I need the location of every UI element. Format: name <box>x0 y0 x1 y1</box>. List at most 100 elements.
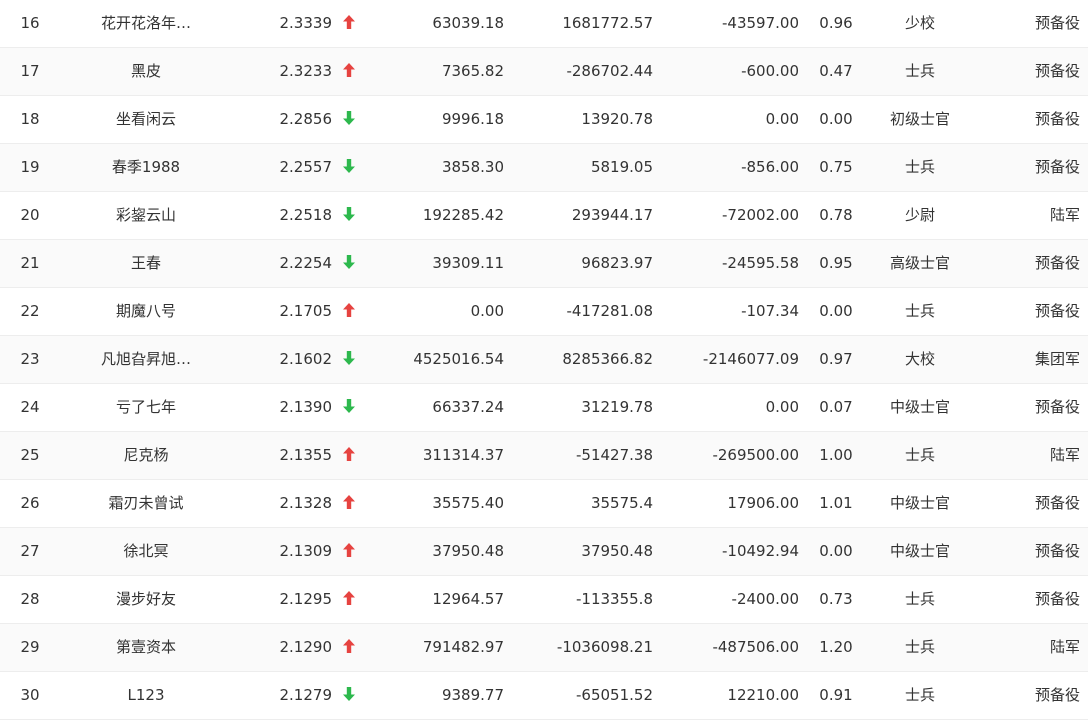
arrow-down-icon <box>343 254 355 269</box>
username-link[interactable]: 坐看闲云 <box>76 96 216 143</box>
value-1-cell: 3858.30 <box>441 158 504 176</box>
military-rank-cell: 中级士官 <box>889 542 950 560</box>
ratio-cell: 0.73 <box>819 590 853 608</box>
ratio-cell: 0.97 <box>819 350 853 368</box>
military-rank-cell: 少尉 <box>904 206 935 224</box>
rank-cell: 23 <box>20 350 40 368</box>
table-row[interactable]: 17 黑皮 2.3233 7365.82 -286702.44 -600.00 … <box>0 48 1088 96</box>
value-3-cell: -2146077.09 <box>702 350 799 368</box>
military-rank-cell: 士兵 <box>904 446 935 464</box>
value-3-cell: -107.34 <box>741 302 799 320</box>
value-3-cell: -487506.00 <box>712 638 799 656</box>
ratio-cell: 0.07 <box>819 398 853 416</box>
value-2-cell: 31219.78 <box>581 398 653 416</box>
value-2-cell: 1681772.57 <box>562 14 653 32</box>
table-row[interactable]: 19 春季1988 2.2557 3858.30 5819.05 -856.00… <box>0 144 1088 192</box>
table-row[interactable]: 18 坐看闲云 2.2856 9996.18 13920.78 0.00 0.0… <box>0 96 1088 144</box>
username-link[interactable]: 霜刃未曾试 <box>76 480 216 527</box>
username-link[interactable]: 凡旭旮昇旭… <box>76 336 216 383</box>
score-cell: 2.2557 <box>279 158 333 176</box>
value-3-cell: 12210.00 <box>727 686 799 704</box>
score-cell: 2.1295 <box>279 590 333 608</box>
arrow-up-icon <box>343 494 355 509</box>
username-link[interactable]: 漫步好友 <box>76 576 216 623</box>
value-2-cell: -1036098.21 <box>556 638 653 656</box>
arrow-up-icon <box>343 542 355 557</box>
arrow-down-icon <box>343 350 355 365</box>
ratio-cell: 0.00 <box>819 542 853 560</box>
arrow-up-icon <box>343 62 355 77</box>
trend-cell <box>338 480 360 527</box>
value-3-cell: 17906.00 <box>727 494 799 512</box>
username-link[interactable]: 徐北冥 <box>76 528 216 575</box>
arrow-down-icon <box>343 158 355 173</box>
rank-cell: 22 <box>20 302 40 320</box>
value-3-cell: -2400.00 <box>731 590 799 608</box>
username-link[interactable]: 尼克杨 <box>76 432 216 479</box>
table-row[interactable]: 24 亏了七年 2.1390 66337.24 31219.78 0.00 0.… <box>0 384 1088 432</box>
value-2-cell: -65051.52 <box>576 686 653 704</box>
military-rank-cell: 少校 <box>904 14 935 32</box>
value-2-cell: -113355.8 <box>576 590 653 608</box>
arrow-down-icon <box>343 398 355 413</box>
army-type-cell: 陆军 <box>1049 446 1080 464</box>
value-2-cell: 5819.05 <box>590 158 653 176</box>
ranking-table: 16 花开花洛年… 2.3339 63039.18 1681772.57 -43… <box>0 0 1088 720</box>
arrow-down-icon <box>343 110 355 125</box>
rank-cell: 18 <box>20 110 40 128</box>
table-row[interactable]: 16 花开花洛年… 2.3339 63039.18 1681772.57 -43… <box>0 0 1088 48</box>
score-cell: 2.1355 <box>279 446 333 464</box>
army-type-cell: 预备役 <box>1034 494 1080 512</box>
score-cell: 2.1309 <box>279 542 333 560</box>
trend-cell <box>338 192 360 239</box>
arrow-up-icon <box>343 14 355 29</box>
army-type-cell: 预备役 <box>1034 590 1080 608</box>
value-2-cell: 8285366.82 <box>562 350 653 368</box>
value-1-cell: 0.00 <box>470 302 504 320</box>
value-1-cell: 9996.18 <box>441 110 504 128</box>
rank-cell: 20 <box>20 206 40 224</box>
trend-cell <box>338 576 360 623</box>
table-row[interactable]: 23 凡旭旮昇旭… 2.1602 4525016.54 8285366.82 -… <box>0 336 1088 384</box>
value-1-cell: 12964.57 <box>432 590 504 608</box>
value-2-cell: -51427.38 <box>576 446 653 464</box>
table-row[interactable]: 27 徐北冥 2.1309 37950.48 37950.48 -10492.9… <box>0 528 1088 576</box>
username-link[interactable]: 彩鋆云山 <box>76 192 216 239</box>
table-row[interactable]: 25 尼克杨 2.1355 311314.37 -51427.38 -26950… <box>0 432 1088 480</box>
army-type-cell: 预备役 <box>1034 254 1080 272</box>
username-link[interactable]: L123 <box>76 672 216 719</box>
value-1-cell: 37950.48 <box>432 542 504 560</box>
rank-cell: 25 <box>20 446 40 464</box>
username-link[interactable]: 王春 <box>76 240 216 287</box>
table-row[interactable]: 21 王春 2.2254 39309.11 96823.97 -24595.58… <box>0 240 1088 288</box>
username-link[interactable]: 黑皮 <box>76 48 216 95</box>
military-rank-cell: 中级士官 <box>889 398 950 416</box>
table-row[interactable]: 22 期魔八号 2.1705 0.00 -417281.08 -107.34 0… <box>0 288 1088 336</box>
value-2-cell: -417281.08 <box>566 302 653 320</box>
username-link[interactable]: 春季1988 <box>76 144 216 191</box>
army-type-cell: 预备役 <box>1034 686 1080 704</box>
table-row[interactable]: 28 漫步好友 2.1295 12964.57 -113355.8 -2400.… <box>0 576 1088 624</box>
trend-cell <box>338 672 360 719</box>
table-row[interactable]: 26 霜刃未曾试 2.1328 35575.40 35575.4 17906.0… <box>0 480 1088 528</box>
army-type-cell: 陆军 <box>1049 206 1080 224</box>
table-row[interactable]: 20 彩鋆云山 2.2518 192285.42 293944.17 -7200… <box>0 192 1088 240</box>
ratio-cell: 1.00 <box>819 446 853 464</box>
username-link[interactable]: 期魔八号 <box>76 288 216 335</box>
score-cell: 2.1390 <box>279 398 333 416</box>
rank-cell: 27 <box>20 542 40 560</box>
value-1-cell: 35575.40 <box>432 494 504 512</box>
username-link[interactable]: 亏了七年 <box>76 384 216 431</box>
rank-cell: 28 <box>20 590 40 608</box>
rank-cell: 26 <box>20 494 40 512</box>
username-link[interactable]: 花开花洛年… <box>76 0 216 47</box>
value-1-cell: 66337.24 <box>432 398 504 416</box>
trend-cell <box>338 96 360 143</box>
username-link[interactable]: 第壹资本 <box>76 624 216 671</box>
table-row[interactable]: 29 第壹资本 2.1290 791482.97 -1036098.21 -48… <box>0 624 1088 672</box>
trend-cell <box>338 432 360 479</box>
rank-cell: 24 <box>20 398 40 416</box>
table-row[interactable]: 30 L123 2.1279 9389.77 -65051.52 12210.0… <box>0 672 1088 720</box>
value-3-cell: -72002.00 <box>722 206 799 224</box>
ratio-cell: 0.95 <box>819 254 853 272</box>
